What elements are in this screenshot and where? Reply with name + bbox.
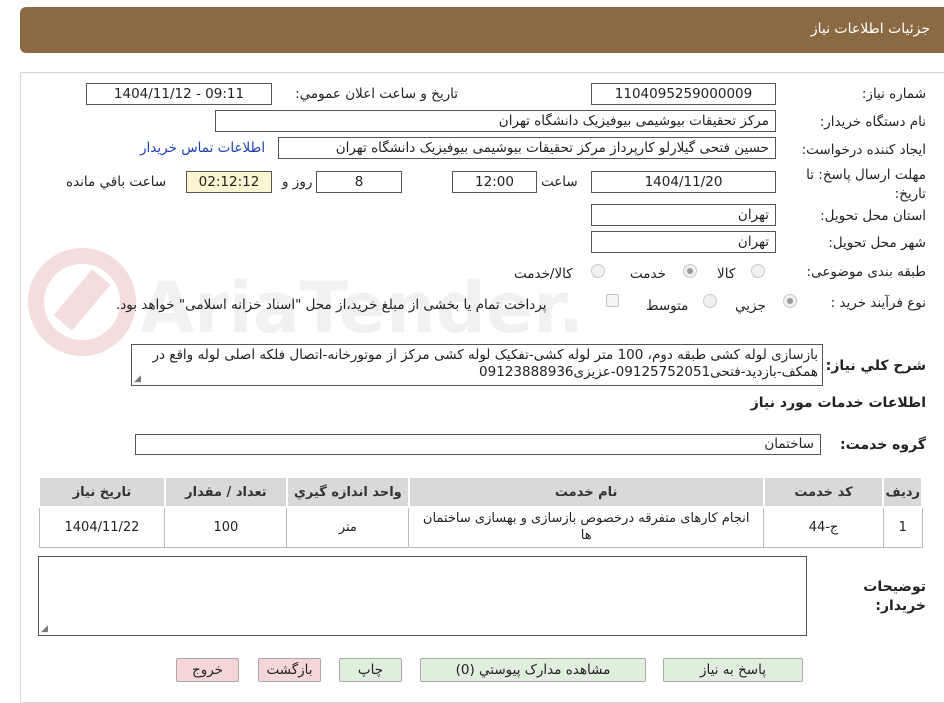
reply-button[interactable]: پاسخ به نياز — [663, 658, 803, 682]
cell-qty: 100 — [164, 506, 288, 548]
services-section-title: اطلاعات خدمات مورد نياز — [750, 395, 926, 411]
days-remaining-field[interactable]: 8 — [316, 171, 402, 193]
announce-label: تاریخ و ساعت اعلان عمومي: — [295, 86, 458, 102]
days-label: روز و — [282, 174, 313, 190]
requester-field[interactable]: حسین فتحی گیلارلو کارپرداز مرکز تحقیقات … — [278, 137, 776, 159]
need-number-field[interactable]: 1104095259000009 — [591, 83, 776, 105]
table-header-row: رديف کد خدمت نام خدمت واحد اندازه گيري ت… — [38, 476, 923, 508]
cell-date: 1404/11/22 — [38, 506, 166, 548]
buyer-notes-textarea[interactable]: ◢ — [38, 556, 807, 636]
col-header-name: نام خدمت — [407, 476, 765, 508]
page-header: جزئیات اطلاعات نیاز — [20, 7, 944, 53]
buyer-notes-label: توضيحات خريدار: — [863, 579, 926, 614]
description-label: شرح کلي نياز: — [825, 358, 926, 374]
category-radio-goods[interactable] — [751, 264, 765, 278]
buyer-org-field[interactable]: مرکز تحقیقات بیوشیمی بیوفیزیک دانشگاه ته… — [215, 110, 776, 132]
buyer-contact-link[interactable]: اطلاعات تماس خریدار — [140, 140, 265, 156]
deadline-time-field[interactable]: 12:00 — [452, 171, 537, 193]
treasury-payment-checkbox[interactable] — [606, 294, 619, 307]
services-table: رديف کد خدمت نام خدمت واحد اندازه گيري ت… — [38, 476, 923, 548]
process-option-minor: جزيي — [735, 298, 766, 314]
process-radio-minor[interactable] — [783, 294, 797, 308]
category-option-goods: کالا — [717, 266, 736, 282]
cell-code: ج-44 — [763, 506, 884, 548]
buyer-org-label: نام دستگاه خريدار: — [819, 114, 926, 130]
process-option-medium: متوسط — [646, 298, 689, 314]
service-group-label: گروه خدمت: — [840, 437, 926, 453]
announce-field[interactable]: 1404/11/12 - 09:11 — [86, 83, 272, 105]
category-radio-goods-service[interactable] — [591, 264, 605, 278]
process-label: نوع فرآيند خريد : — [830, 295, 926, 311]
resize-handle-icon[interactable]: ◢ — [134, 375, 141, 384]
deadline-label: مهلت ارسال پاسخ: تا تاريخ: — [806, 167, 926, 202]
category-option-service: خدمت — [630, 266, 666, 282]
description-textarea[interactable]: بازسازی لوله کشی طبقه دوم، 100 متر لوله … — [131, 344, 823, 386]
remaining-time-label: ساعت باقي مانده — [66, 174, 167, 190]
col-header-code: کد خدمت — [762, 476, 885, 508]
col-header-unit: واحد اندازه گيري — [285, 476, 410, 508]
page-title: جزئیات اطلاعات نیاز — [810, 21, 930, 37]
treasury-payment-note: پرداخت تمام یا بخشی از مبلغ خرید،از محل … — [116, 297, 547, 313]
category-label: طبقه بندی موضوعی: — [806, 264, 926, 280]
process-radio-medium[interactable] — [703, 294, 717, 308]
city-label: شهر محل تحويل: — [828, 235, 926, 251]
cell-row: 1 — [882, 506, 923, 548]
resize-handle-icon[interactable]: ◢ — [41, 625, 48, 634]
col-header-date: تاريخ نياز — [38, 476, 166, 508]
need-number-label: شماره نیاز: — [861, 86, 926, 102]
city-field[interactable]: تهران — [591, 231, 776, 253]
col-header-row: رديف — [882, 476, 923, 508]
back-button[interactable]: بازگشت — [258, 658, 321, 682]
description-text: بازسازی لوله کشی طبقه دوم، 100 متر لوله … — [152, 347, 818, 380]
deadline-time-label: ساعت — [541, 174, 578, 190]
exit-button[interactable]: خروج — [176, 658, 239, 682]
view-attachments-button[interactable]: مشاهده مدارک پيوستي (0) — [420, 658, 646, 682]
cell-name: انجام کارهای متفرقه درخصوص بازسازی و بهس… — [408, 506, 765, 548]
service-group-field[interactable]: ساختمان — [135, 434, 821, 455]
deadline-date-field[interactable]: 1404/11/20 — [591, 171, 776, 193]
print-button[interactable]: چاپ — [339, 658, 402, 682]
category-radio-service[interactable] — [683, 264, 697, 278]
cell-unit: متر — [286, 506, 410, 548]
province-label: استان محل تحويل: — [820, 208, 926, 224]
table-row[interactable]: 1 ج-44 انجام کارهای متفرقه درخصوص بازساز… — [38, 506, 923, 548]
requester-label: ايجاد کننده درخواست: — [801, 142, 926, 158]
category-option-goods-service: کالا/خدمت — [514, 266, 573, 282]
remaining-time-field[interactable]: 02:12:12 — [186, 171, 272, 193]
col-header-qty: تعداد / مقدار — [163, 476, 288, 508]
province-field[interactable]: تهران — [591, 204, 776, 226]
